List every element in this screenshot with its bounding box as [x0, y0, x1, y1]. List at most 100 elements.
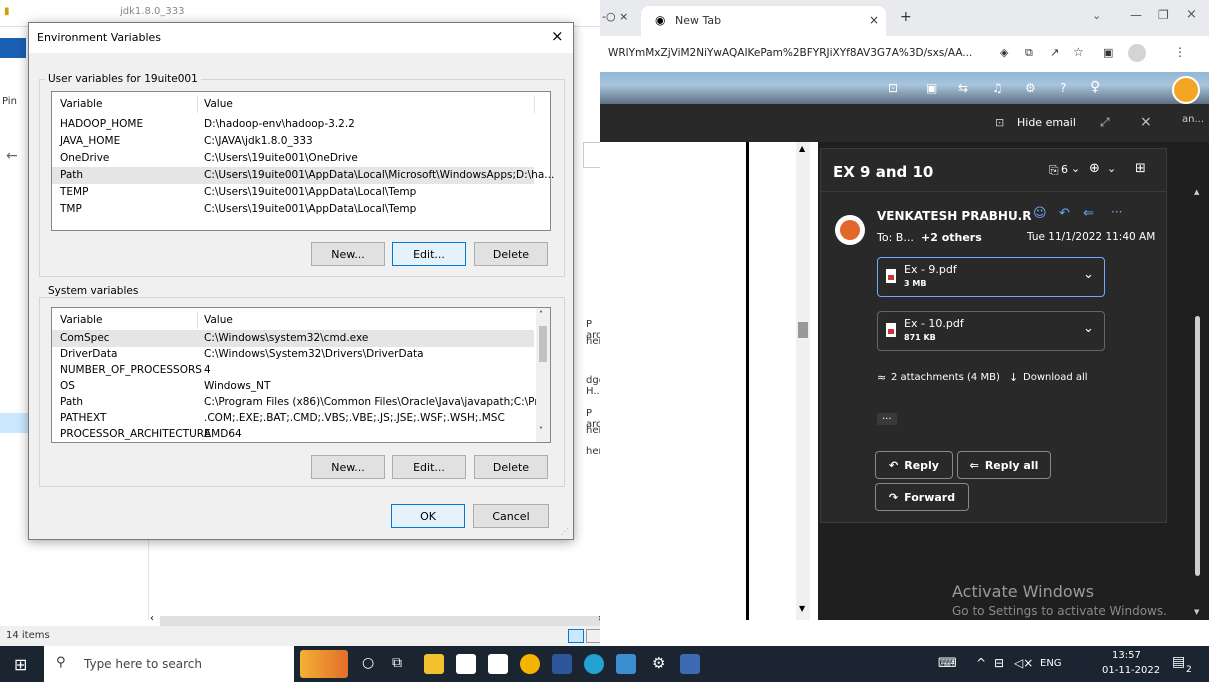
notifications-icon[interactable]: ▤ — [1172, 654, 1185, 670]
help-icon[interactable]: ? — [1060, 81, 1066, 95]
scroll-up-icon[interactable]: ▲ — [799, 144, 805, 153]
account-avatar[interactable] — [1172, 76, 1200, 104]
user-delete-button[interactable]: Delete — [474, 242, 548, 266]
table-row[interactable]: OS Windows_NT — [52, 378, 534, 395]
scroll-up-icon[interactable]: ˄ — [539, 310, 543, 319]
edge-icon[interactable] — [584, 654, 604, 674]
file-explorer-icon[interactable] — [424, 654, 444, 674]
chevron-down-icon[interactable]: ⌄ — [1107, 162, 1116, 175]
download-icon[interactable]: ↓ — [1009, 371, 1018, 384]
attachment-ex9[interactable]: Ex - 9.pdf 3 MB ⌄ — [877, 257, 1105, 297]
photos-icon[interactable] — [616, 654, 636, 674]
app-icon[interactable] — [680, 654, 700, 674]
reading-pane-scrollbar[interactable]: ▲ ▼ — [1194, 188, 1202, 618]
reply-button[interactable]: ↶ Reply — [875, 451, 953, 479]
language-indicator[interactable]: ENG — [1040, 658, 1062, 669]
network-icon[interactable]: ⊟ — [994, 656, 1004, 670]
clock-time[interactable]: 13:57 — [1112, 650, 1141, 661]
share-icon[interactable]: ↗ — [1050, 46, 1059, 59]
minimize-icon[interactable]: — — [1130, 8, 1142, 22]
store-icon[interactable] — [456, 654, 476, 674]
download-all-link[interactable]: Download all — [1023, 372, 1088, 383]
sender-avatar[interactable] — [835, 215, 865, 245]
system-new-button[interactable]: New... — [311, 455, 385, 479]
dialog-close-icon[interactable]: × — [551, 27, 564, 45]
volume-icon[interactable]: ◁× — [1014, 656, 1033, 670]
url-text[interactable]: WRlYmMxZjViM2NiYwAQAIKePam%2BFYRJiXYf8AV… — [608, 47, 972, 59]
table-row[interactable]: TEMP C:\Users\19uite001\AppData\Local\Tem… — [52, 184, 534, 201]
chevron-down-icon[interactable]: ⌄ — [1083, 321, 1094, 336]
table-row[interactable]: PATHEXT .COM;.EXE;.BAT;.CMD;.VBS;.VBE;.JS… — [52, 410, 534, 427]
scroll-left-icon[interactable]: ‹ — [150, 613, 154, 624]
feed-icon[interactable]: ⇆ — [958, 81, 968, 95]
table-row[interactable]: HADOOP_HOME D:\hadoop-env\hadoop-3.2.2 — [52, 116, 534, 133]
open-in-window-icon[interactable]: ⊞ — [1135, 161, 1146, 176]
bell-icon[interactable]: ♫ — [992, 81, 1003, 95]
table-row[interactable]: Path C:\Program Files (x86)\Common Files\… — [52, 394, 550, 411]
zoom-icon[interactable]: ⊕ — [1089, 161, 1100, 176]
reply-all-button[interactable]: ⇐ Reply all — [957, 451, 1051, 479]
tips-icon[interactable]: ♀ — [1090, 79, 1100, 95]
scroll-thumb[interactable] — [1195, 316, 1200, 576]
pdf-scrollbar[interactable]: ▲ ▼ — [796, 142, 810, 620]
word-icon[interactable] — [552, 654, 572, 674]
back-arrow-icon[interactable]: ← — [6, 148, 18, 164]
taskbar-search-box[interactable]: ⚲ Type here to search — [44, 646, 294, 682]
scroll-thumb[interactable] — [798, 322, 808, 338]
close-icon[interactable]: × — [869, 13, 879, 27]
menu-kebab-icon[interactable]: ⋮ — [1174, 45, 1186, 59]
scroll-down-icon[interactable]: ▼ — [799, 604, 805, 613]
maximize-icon[interactable]: ❐ — [1158, 8, 1169, 22]
task-view-icon[interactable]: ⧉ — [392, 655, 402, 671]
system-list-scrollbar[interactable]: ˄ ˅ — [536, 308, 550, 442]
keyboard-icon[interactable]: ⌨ — [938, 656, 957, 671]
reply-icon[interactable]: ↶ — [1059, 206, 1070, 221]
window-close-icon[interactable]: × — [1186, 7, 1197, 22]
sender-name[interactable]: VENKATESH PRABHU.R — [877, 209, 1031, 223]
settings-gear-icon[interactable]: ⚙ — [1025, 81, 1036, 95]
table-row[interactable]: JAVA_HOME C:\JAVA\jdk1.8.0_333 — [52, 133, 534, 150]
collapse-attachments-icon[interactable]: ≈ — [877, 371, 886, 384]
more-actions-icon[interactable]: ··· — [1111, 205, 1122, 219]
tab-new-tab[interactable]: ◉ New Tab × — [641, 6, 886, 36]
profile-avatar[interactable] — [1128, 44, 1146, 62]
attachments-summary[interactable]: 2 attachments (4 MB) — [891, 372, 1000, 383]
cortana-icon[interactable]: ○ — [362, 655, 374, 671]
windows-start-icon[interactable]: ⊞ — [14, 655, 27, 674]
forward-button[interactable]: ↷ Forward — [875, 483, 969, 511]
scroll-thumb[interactable] — [539, 326, 547, 362]
hide-email-icon[interactable]: ⊡ — [995, 116, 1004, 129]
others-link[interactable]: +2 others — [921, 231, 982, 244]
system-delete-button[interactable]: Delete — [474, 455, 548, 479]
hide-email-button[interactable]: Hide email — [1017, 116, 1076, 129]
file-tab[interactable] — [0, 38, 26, 58]
horizontal-scrollbar[interactable]: ‹ › — [150, 613, 610, 626]
smiley-icon[interactable]: ☺ — [1033, 206, 1047, 221]
ok-button[interactable]: OK — [391, 504, 465, 528]
settings-gear-icon[interactable]: ⚙ — [652, 654, 665, 672]
address-bar[interactable]: WRlYmMxZjViM2NiYwAQAIKePam%2BFYRJiXYf8AV… — [600, 36, 1209, 73]
pin-label[interactable]: Pin — [2, 96, 17, 107]
table-row[interactable]: OneDrive C:\Users\19uite001\OneDrive — [52, 150, 534, 167]
user-variables-list[interactable]: Variable Value HADOOP_HOME D:\hadoop-env\… — [51, 91, 554, 231]
column-header-variable[interactable]: Variable — [60, 312, 103, 329]
pop-out-icon[interactable]: ⤢ — [1100, 115, 1110, 130]
user-edit-button[interactable]: Edit... — [392, 242, 466, 266]
attachment-count[interactable]: 6 — [1061, 163, 1068, 176]
details-view-icon[interactable] — [568, 629, 584, 643]
show-more-button[interactable]: ... — [877, 412, 897, 425]
new-tab-plus-icon[interactable]: + — [900, 9, 912, 25]
column-header-value[interactable]: Value — [204, 96, 233, 113]
chrome-icon[interactable] — [520, 654, 540, 674]
apps-icon[interactable]: ⊡ — [888, 81, 898, 95]
tab-search-chevron-icon[interactable]: ⌄ — [1092, 9, 1101, 22]
user-new-button[interactable]: New... — [311, 242, 385, 266]
system-edit-button[interactable]: Edit... — [392, 455, 466, 479]
column-header-variable[interactable]: Variable — [60, 96, 103, 113]
attachment-ex10[interactable]: Ex - 10.pdf 871 KB ⌄ — [877, 311, 1105, 351]
table-row[interactable]: NUMBER_OF_PROCESSORS 4 — [52, 362, 534, 379]
side-panel-icon[interactable]: ▣ — [1103, 46, 1113, 59]
teams-icon[interactable]: ▣ — [926, 81, 937, 95]
table-row-selected[interactable]: Path C:\Users\19uite001\AppData\Local\Mic… — [52, 167, 554, 184]
reply-all-icon[interactable]: ⇐ — [1083, 206, 1094, 221]
